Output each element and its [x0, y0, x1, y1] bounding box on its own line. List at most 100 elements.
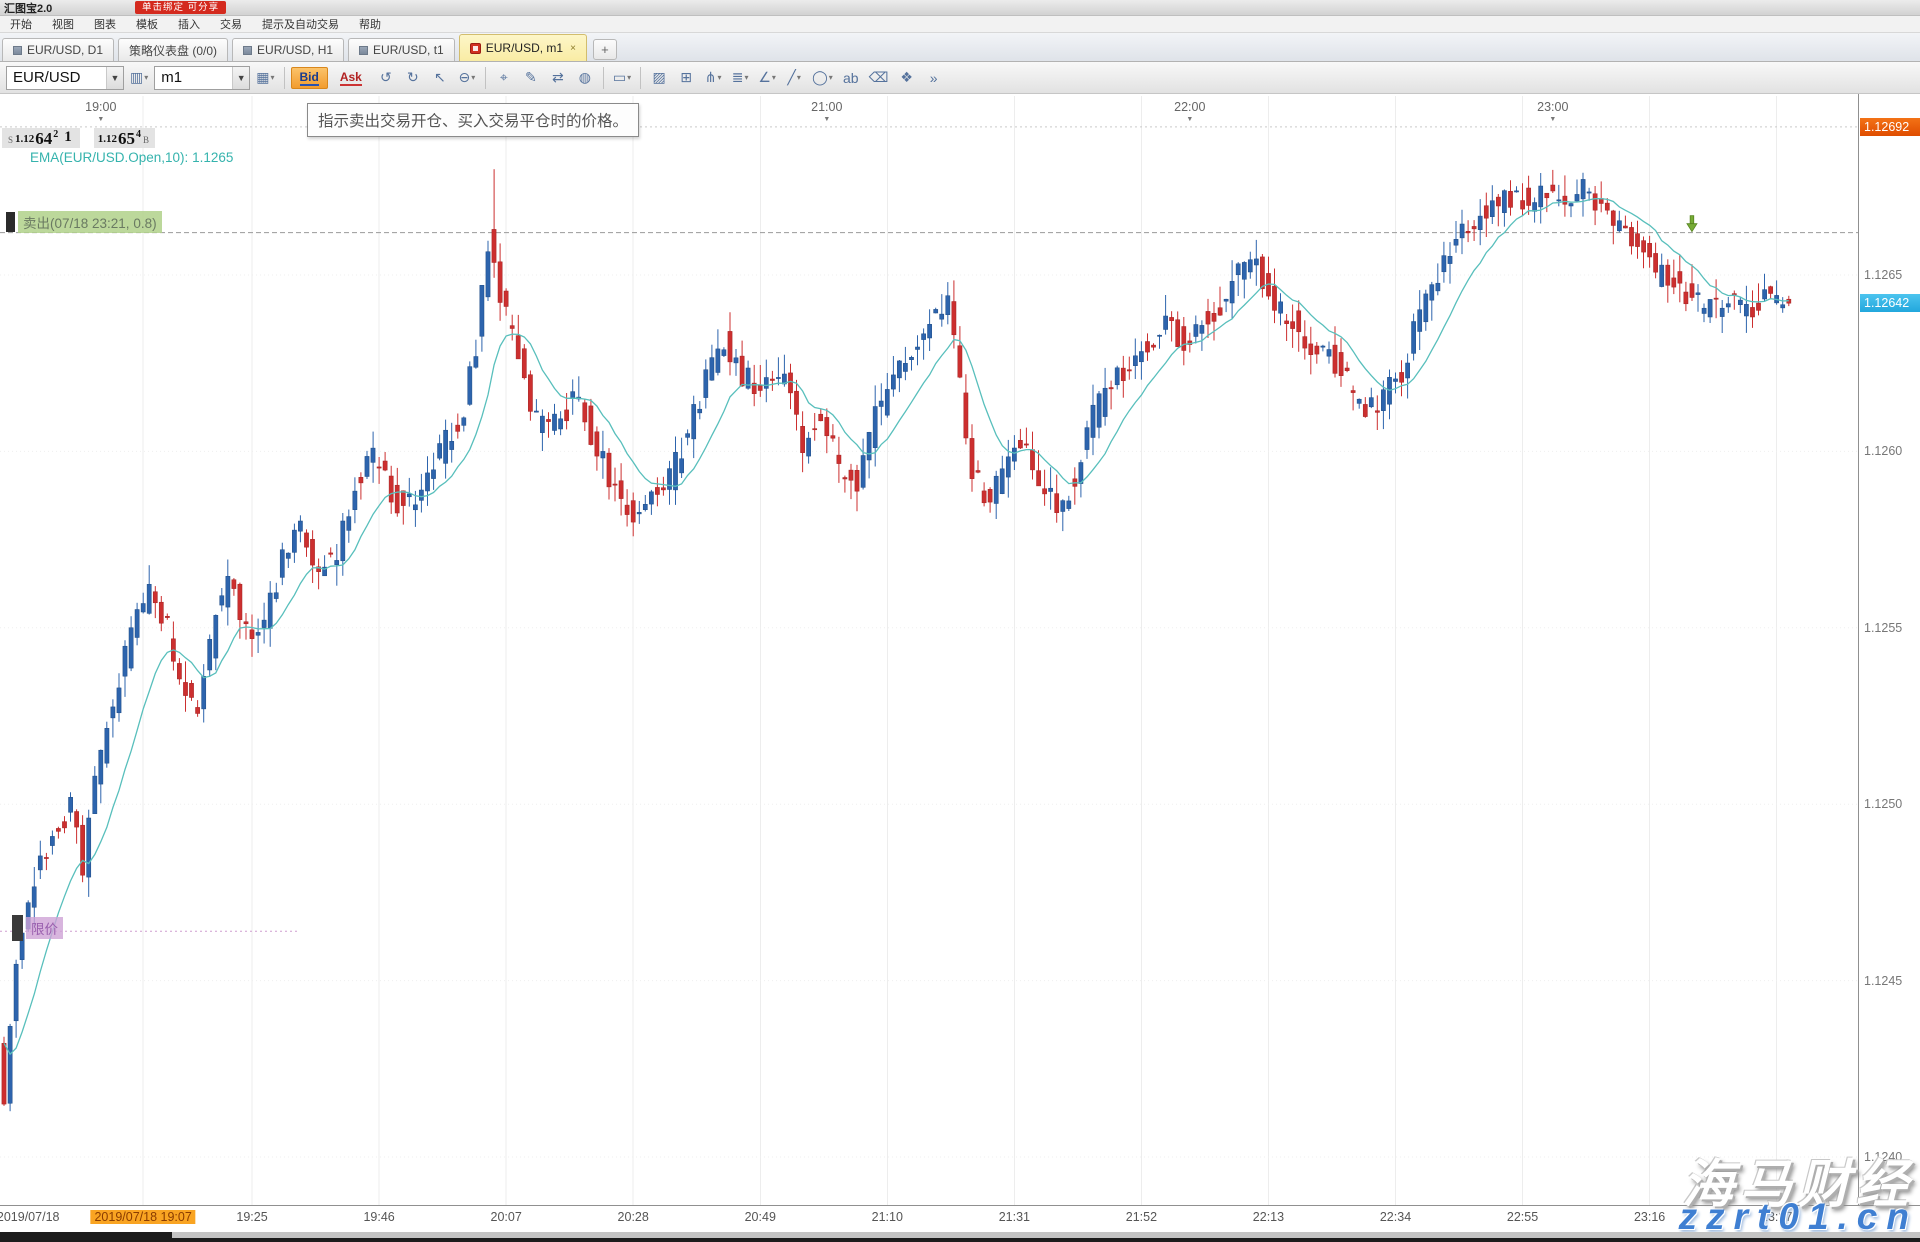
trendline-icon[interactable]: ╱▾ [782, 66, 806, 90]
tab-eurusd-m1[interactable]: EUR/USD, m1 × [459, 34, 587, 61]
time-axis-label: 22:55 [1507, 1210, 1538, 1224]
ask-button[interactable]: Ask [331, 67, 371, 89]
chart-doc-icon [359, 46, 368, 55]
tab-eurusd-h1[interactable]: EUR/USD, H1 [232, 38, 344, 61]
tab-strategy-dashboard[interactable]: 策略仪表盘 (0/0) [118, 38, 228, 61]
close-icon[interactable]: × [570, 43, 576, 54]
menu-item-view[interactable]: 视图 [42, 16, 84, 32]
tab-label: EUR/USD, D1 [27, 43, 103, 57]
time-axis-label: 20:28 [618, 1210, 649, 1224]
hour-marker-icon: ▼ [97, 116, 104, 123]
symbol-list-icon[interactable]: ▥▾ [127, 66, 151, 90]
menu-item-chart[interactable]: 图表 [84, 16, 126, 32]
session-high-badge: 1.12692 [1860, 118, 1920, 136]
time-axis-label: 22:00 [1174, 100, 1205, 114]
limit-order-marker[interactable]: 限价 [12, 915, 63, 941]
time-axis-label: 22:13 [1253, 1210, 1284, 1224]
time-axis-label: 19:25 [236, 1210, 267, 1224]
chart-type-icon[interactable]: ▦▾ [253, 66, 277, 90]
sell-letter: S [8, 135, 13, 145]
marker-candle-icon [6, 212, 15, 232]
image-icon[interactable]: ▨ [647, 66, 671, 90]
window-icon[interactable]: ⊞ [674, 66, 698, 90]
time-axis-label: 22:34 [1380, 1210, 1411, 1224]
channel-icon[interactable]: ∠▾ [755, 66, 779, 90]
bid-ask-quote: S 1.12 64 2 1 1.12 65 4 B [2, 128, 155, 148]
tab-label: EUR/USD, t1 [373, 43, 444, 57]
timeframe-value: m1 [155, 69, 232, 86]
sell-arrow-icon [1687, 216, 1697, 232]
last-price-badge: 1.12642 [1860, 294, 1920, 312]
symbol-value: EUR/USD [7, 69, 106, 86]
chevron-down-icon[interactable]: ▼ [232, 67, 249, 89]
toolbar-separator [603, 67, 604, 89]
time-axis-label: 20:49 [745, 1210, 776, 1224]
time-axis-label: 21:52 [1126, 1210, 1157, 1224]
time-axis-label: 20:07 [491, 1210, 522, 1224]
chart-doc-icon [243, 46, 252, 55]
objects-list-icon[interactable]: ❖ [895, 66, 919, 90]
toolbar: EUR/USD ▼ ▥▾ m1 ▼ ▦▾ BidAsk↺↻↖⊖▾ ⌖✎⇄◍ ▭▾ ▨⊞⋔… [0, 62, 1920, 94]
globe-icon[interactable]: ◍ [573, 66, 597, 90]
eraser-icon[interactable]: ⌫ [866, 66, 892, 90]
chart-doc-icon [13, 46, 22, 55]
time-axis-label: 2019/07/18 [0, 1210, 59, 1224]
hour-marker-icon: ▼ [823, 116, 830, 123]
price-axis-label: 1.1260 [1864, 444, 1902, 458]
ema-indicator-label: EMA(EUR/USD.Open,10): 1.1265 [30, 150, 233, 165]
redo-icon[interactable]: ↻ [401, 66, 425, 90]
ellipse-icon[interactable]: ◯▾ [809, 66, 836, 90]
cursor-icon[interactable]: ↖ [428, 66, 452, 90]
toolbar-separator [485, 67, 486, 89]
time-axis-label: 21:00 [811, 100, 842, 114]
crosshair-icon[interactable]: ⌖ [492, 66, 516, 90]
price-axis-label: 1.1250 [1864, 797, 1902, 811]
pitchfork-icon[interactable]: ⋔▾ [701, 66, 725, 90]
more-tools-icon[interactable]: » [922, 66, 946, 90]
time-axis-label: 23:16 [1634, 1210, 1665, 1224]
sell-trade-marker[interactable]: 卖出(07/18 23:21, 0.8) [6, 211, 162, 233]
time-axis-label: 21:31 [999, 1210, 1030, 1224]
menu-item-help[interactable]: 帮助 [349, 16, 391, 32]
price-axis-label: 1.1245 [1864, 974, 1902, 988]
menu-item-alerts-autotrade[interactable]: 提示及自动交易 [252, 16, 349, 32]
tab-eurusd-t1[interactable]: EUR/USD, t1 [348, 38, 455, 61]
app-title: 汇图宝2.0 [0, 0, 52, 16]
tab-eurusd-d1[interactable]: EUR/USD, D1 [2, 38, 114, 61]
time-axis-label: 21:10 [872, 1210, 903, 1224]
hlines-icon[interactable]: ≣▾ [728, 66, 752, 90]
menu-item-template[interactable]: 模板 [126, 16, 168, 32]
symbol-select[interactable]: EUR/USD ▼ [6, 66, 124, 90]
bid-button[interactable]: Bid [291, 67, 328, 89]
price-axis-label: 1.1255 [1864, 621, 1902, 635]
time-axis-label: 23:00 [1537, 100, 1568, 114]
hour-marker-icon: ▼ [1549, 116, 1556, 123]
limit-order-label: 限价 [26, 917, 63, 939]
x-axis-line [0, 1205, 1920, 1206]
menu-item-insert[interactable]: 插入 [168, 16, 210, 32]
zoom-out-icon[interactable]: ⊖▾ [455, 66, 479, 90]
menu-item-trade[interactable]: 交易 [210, 16, 252, 32]
price-axis-label: 1.1265 [1864, 268, 1902, 282]
tab-label: 策略仪表盘 (0/0) [129, 42, 217, 59]
text-tool-icon[interactable]: ab [839, 66, 863, 90]
time-axis-label: 19:00 [85, 100, 116, 114]
timeframe-select[interactable]: m1 ▼ [154, 66, 250, 90]
y-axis-line [1858, 94, 1859, 1206]
menu-item-start[interactable]: 开始 [0, 16, 42, 32]
sell-trade-label: 卖出(07/18 23:21, 0.8) [18, 211, 162, 233]
undo-icon[interactable]: ↺ [374, 66, 398, 90]
ruler-icon[interactable]: ▭▾ [610, 66, 634, 90]
new-tab-button[interactable]: + [593, 39, 617, 60]
hour-marker-icon: ▼ [1186, 116, 1193, 123]
tab-bar: EUR/USD, D1 策略仪表盘 (0/0) EUR/USD, H1 EUR/USD… [0, 33, 1920, 62]
candlestick-chart[interactable] [0, 0, 1920, 1242]
sync-charts-icon[interactable]: ⇄ [546, 66, 570, 90]
title-promo-badge[interactable]: 单击绑定 可分享 [135, 1, 226, 14]
tab-label: EUR/USD, m1 [486, 41, 563, 55]
menu-bar: 开始视图图表模板插入交易提示及自动交易帮助 [0, 16, 1920, 33]
buy-letter: B [143, 135, 149, 145]
marker-candle-icon [12, 915, 23, 941]
annotate-icon[interactable]: ✎ [519, 66, 543, 90]
chevron-down-icon[interactable]: ▼ [106, 67, 123, 89]
